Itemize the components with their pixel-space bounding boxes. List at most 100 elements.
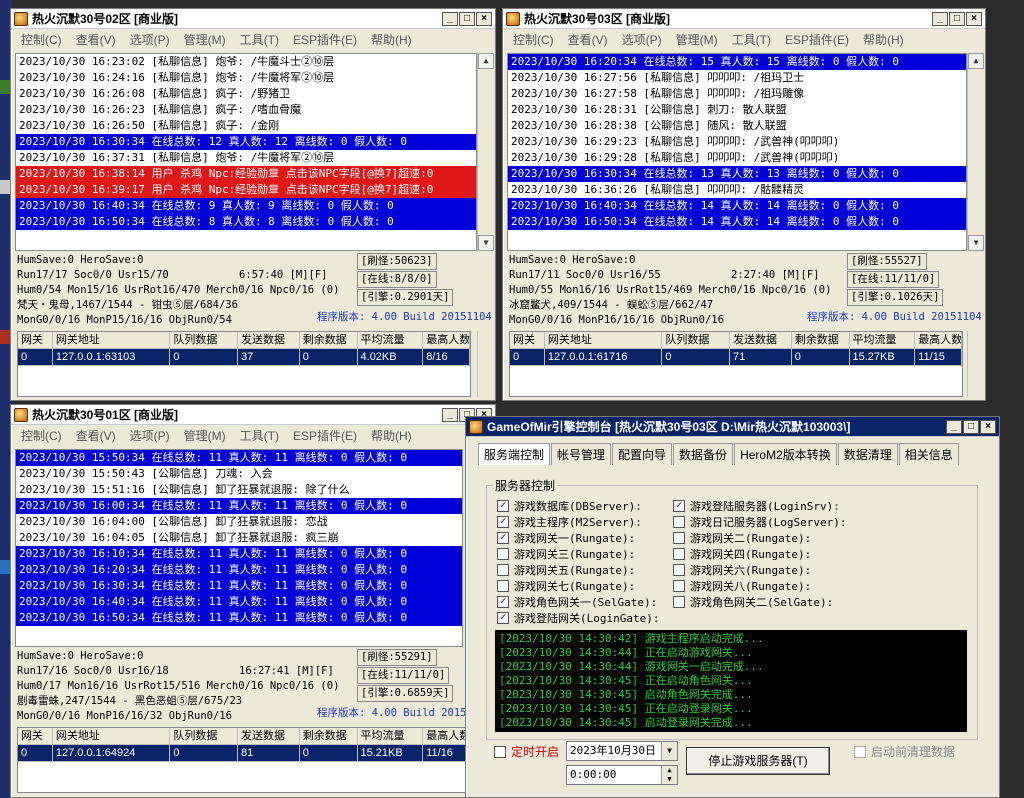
timer-start-checkbox[interactable]: 定时开启 (494, 743, 559, 760)
date-picker[interactable]: 2023年10月30日 ▼ (566, 741, 678, 761)
column-header[interactable]: 剩余数据 (791, 332, 850, 349)
minimize-button[interactable]: _ (946, 419, 962, 434)
column-header[interactable]: 队列数据 (662, 332, 731, 349)
window-title-bar[interactable]: 热火沉默30号02区 [商业版] _ □ × (11, 9, 495, 29)
menu-help[interactable]: 帮助(H) (365, 427, 418, 444)
column-header[interactable]: 最高人数 (423, 728, 470, 745)
table-row[interactable]: 0 127.0.0.1:64924 0 81 0 15.21KB 11/16 (18, 745, 470, 762)
menu-manage[interactable]: 管理(M) (178, 427, 232, 444)
tab-server-control[interactable]: 服务端控制 (478, 443, 551, 465)
menu-view[interactable]: 查看(V) (562, 31, 614, 48)
menu-help[interactable]: 帮助(H) (365, 31, 418, 48)
server-checkbox[interactable]: ✓ 游戏角色网关一(SelGate): (497, 594, 657, 610)
server-checkbox[interactable]: 游戏网关四(Rungate): (673, 546, 811, 562)
tab-account-manage[interactable]: 帐号管理 (551, 443, 612, 465)
menu-tools[interactable]: 工具(T) (234, 31, 285, 48)
server-checkbox[interactable]: 游戏网关八(Rungate): (673, 578, 811, 594)
tab-data-clean[interactable]: 数据清理 (837, 443, 898, 465)
column-header[interactable]: 发送数据 (730, 332, 792, 349)
menu-help[interactable]: 帮助(H) (857, 31, 910, 48)
server-checkbox[interactable]: 游戏网关三(Rungate): (497, 546, 635, 562)
server-window-02[interactable]: 热火沉默30号02区 [商业版] _ □ × 控制(C) 查看(V) 选项(P)… (10, 8, 496, 401)
log-panel[interactable]: 2023/10/30 16:23:02 [私聊信息] 炮爷: /牛魔斗士②⑩层 2… (15, 53, 477, 251)
gateway-table[interactable]: 网关 网关地址 队列数据 发送数据 剩余数据 平均流量 最高人数 0 127.0.0.1:617… (509, 331, 963, 397)
column-header[interactable]: 平均流量 (357, 332, 424, 349)
tab-herom2-convert[interactable]: HeroM2版本转换 (734, 443, 837, 465)
close-button[interactable]: × (980, 419, 996, 434)
tab-config-wizard[interactable]: 配置向导 (612, 443, 673, 465)
column-header[interactable]: 平均流量 (849, 332, 916, 349)
server-checkbox[interactable]: 游戏网关五(Rungate): (497, 562, 635, 578)
server-checkbox[interactable]: ✓ 游戏数据库(DBServer): (497, 498, 642, 514)
menu-manage[interactable]: 管理(M) (178, 31, 232, 48)
clean-before-start-checkbox[interactable]: 启动前清理数据 (854, 743, 955, 760)
column-header[interactable]: 最高人数 (423, 332, 470, 349)
column-header[interactable]: 剩余数据 (299, 332, 358, 349)
menu-tools[interactable]: 工具(T) (726, 31, 777, 48)
gateway-table[interactable]: 网关 网关地址 队列数据 发送数据 剩余数据 平均流量 最高人数 0 127.0.0.1:649… (17, 727, 471, 793)
menu-view[interactable]: 查看(V) (70, 427, 122, 444)
menu-tools[interactable]: 工具(T) (234, 427, 285, 444)
column-header[interactable]: 队列数据 (170, 332, 239, 349)
engine-control-window[interactable]: GameOfMir引擎控制台 [热火沉默30号03区 D:\Mir热火沉默103… (465, 416, 1000, 798)
stop-server-button[interactable]: 停止游戏服务器(T) (686, 747, 830, 775)
menu-options[interactable]: 选项(P) (616, 31, 668, 48)
server-checkbox[interactable]: ✓ 游戏登陆服务器(LoginSrv): (673, 498, 840, 514)
column-header[interactable]: 网关 (510, 332, 545, 349)
gateway-table[interactable]: 网关 网关地址 队列数据 发送数据 剩余数据 平均流量 最高人数 0 127.0.0.1:631… (17, 331, 471, 397)
column-header[interactable]: 网关地址 (52, 332, 171, 349)
scroll-up-icon[interactable]: ▲ (478, 53, 494, 69)
spinner-arrows-icon[interactable]: ▲ ▼ (661, 766, 677, 784)
menu-esp-plugin[interactable]: ESP插件(E) (287, 31, 363, 48)
log-scrollbar[interactable]: ▲ ▼ (477, 53, 494, 251)
time-spinner[interactable]: 0:00:00 ▲ ▼ (566, 765, 678, 785)
chevron-down-icon[interactable]: ▼ (661, 742, 677, 760)
menu-view[interactable]: 查看(V) (70, 31, 122, 48)
close-button[interactable]: × (476, 11, 492, 26)
menu-control[interactable]: 控制(C) (15, 427, 68, 444)
window-title-bar[interactable]: 热火沉默30号03区 [商业版] _ □ × (503, 9, 985, 29)
column-header[interactable]: 网关 (18, 332, 53, 349)
maximize-button[interactable]: □ (459, 11, 475, 26)
log-scrollbar[interactable]: ▲ ▼ (967, 53, 984, 251)
menu-control[interactable]: 控制(C) (15, 31, 68, 48)
scroll-down-icon[interactable]: ▼ (968, 235, 984, 251)
column-header[interactable]: 网关地址 (52, 728, 171, 745)
menu-control[interactable]: 控制(C) (507, 31, 560, 48)
column-header[interactable]: 平均流量 (357, 728, 424, 745)
menu-esp-plugin[interactable]: ESP插件(E) (287, 427, 363, 444)
table-scrollbar[interactable] (967, 331, 983, 397)
minimize-button[interactable]: _ (442, 11, 458, 26)
server-checkbox[interactable]: 游戏网关七(Rungate): (497, 578, 635, 594)
column-header[interactable]: 发送数据 (238, 728, 300, 745)
column-header[interactable]: 网关 (18, 728, 53, 745)
column-header[interactable]: 最高人数 (915, 332, 962, 349)
server-checkbox[interactable]: 游戏角色网关二(SelGate): (673, 594, 833, 610)
server-checkbox[interactable]: ✓ 游戏网关一(Rungate): (497, 530, 635, 546)
server-window-03[interactable]: 热火沉默30号03区 [商业版] _ □ × 控制(C) 查看(V) 选项(P)… (502, 8, 986, 401)
scroll-down-icon[interactable]: ▼ (478, 235, 494, 251)
column-header[interactable]: 队列数据 (170, 728, 239, 745)
menu-esp-plugin[interactable]: ESP插件(E) (779, 31, 855, 48)
server-checkbox[interactable]: 游戏网关二(Rungate): (673, 530, 811, 546)
tab-about[interactable]: 相关信息 (898, 443, 959, 465)
maximize-button[interactable]: □ (949, 11, 965, 26)
column-header[interactable]: 剩余数据 (299, 728, 358, 745)
table-scrollbar[interactable] (477, 331, 493, 397)
column-header[interactable]: 网关地址 (544, 332, 663, 349)
server-checkbox[interactable]: 游戏网关六(Rungate): (673, 562, 811, 578)
server-checkbox[interactable]: 游戏日记服务器(LogServer): (673, 514, 846, 530)
server-checkbox[interactable]: ✓ 游戏登陆网关(LoginGate): (497, 610, 659, 626)
menu-options[interactable]: 选项(P) (124, 31, 176, 48)
column-header[interactable]: 发送数据 (238, 332, 300, 349)
log-panel[interactable]: 2023/10/30 15:50:34 在线总数: 11 真人数: 11 离线数… (15, 449, 463, 647)
table-row[interactable]: 0 127.0.0.1:63103 0 37 0 4.02KB 8/16 (18, 349, 470, 366)
scroll-up-icon[interactable]: ▲ (968, 53, 984, 69)
table-row[interactable]: 0 127.0.0.1:61716 0 71 0 15.27KB 11/15 (510, 349, 962, 366)
server-window-01[interactable]: 热火沉默30号01区 [商业版] _ □ × 控制(C) 查看(V) 选项(P)… (10, 404, 496, 798)
close-button[interactable]: × (966, 11, 982, 26)
tab-data-backup[interactable]: 数据备份 (673, 443, 734, 465)
window-title-bar[interactable]: 热火沉默30号01区 [商业版] _ □ × (11, 405, 495, 425)
maximize-button[interactable]: □ (963, 419, 979, 434)
minimize-button[interactable]: _ (442, 407, 458, 422)
